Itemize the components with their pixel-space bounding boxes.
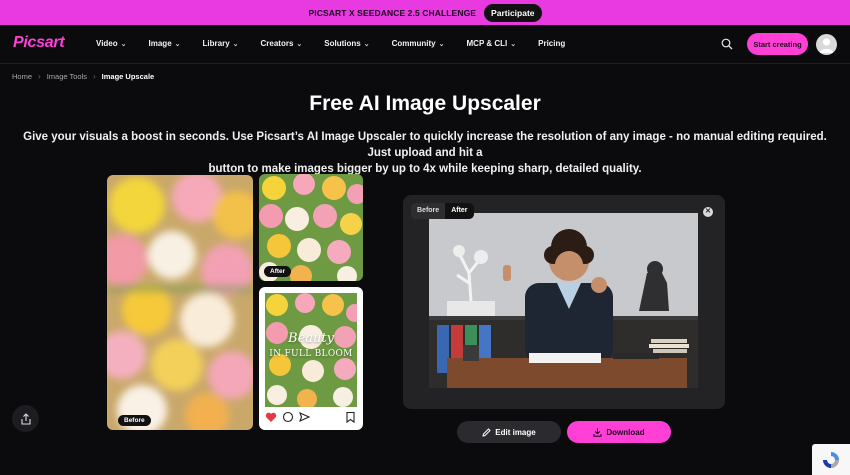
top-navbar: Picsart Video ⌄ Image ⌄ Library ⌄ Creators ⌄… [0, 25, 850, 64]
example-after-image: After [259, 174, 363, 281]
chevron-down-icon: ⌄ [174, 40, 181, 48]
tulips-image [259, 174, 363, 281]
post-title-script: Beauty [288, 331, 334, 346]
breadcrumb-current: Image Upscale [101, 72, 155, 81]
nav-item-label: Community [391, 39, 436, 48]
nav-item-label: Video [96, 39, 118, 48]
recaptcha-icon [823, 451, 839, 468]
share-button[interactable] [12, 405, 39, 432]
description-line-1: Give your visuals a boost in seconds. Us… [23, 131, 827, 159]
nav-item-label: Solutions [324, 39, 361, 48]
download-label: Download [606, 427, 645, 437]
example-social-post: Beauty IN FULL BLOOM [259, 287, 363, 430]
nav-item-video[interactable]: Video ⌄ [96, 39, 127, 48]
post-title-caps: IN FULL BLOOM [269, 349, 353, 359]
search-icon[interactable] [721, 38, 733, 50]
nav-item-mcp-cli[interactable]: MCP & CLI ⌄ [467, 39, 517, 48]
nav-item-community[interactable]: Community ⌄ [392, 39, 445, 48]
share-icon [20, 412, 31, 425]
tulips-image [107, 175, 253, 430]
main-menu: Video ⌄ Image ⌄ Library ⌄ Creators ⌄ Solutio… [96, 39, 587, 48]
nav-item-pricing[interactable]: Pricing [538, 39, 565, 48]
download-icon [593, 428, 602, 437]
participate-button[interactable]: Participate [484, 3, 542, 22]
chevron-down-icon: ⌄ [510, 40, 517, 48]
user-icon [819, 38, 834, 53]
promo-text: PICSART X SEEDANCE 2.5 CHALLENGE [308, 7, 477, 18]
recaptcha-badge[interactable] [812, 444, 850, 475]
nav-item-label: Library [202, 39, 230, 48]
chevron-right-icon: › [93, 72, 96, 81]
page-description: Give your visuals a boost in seconds. Us… [14, 129, 836, 177]
breadcrumb-image-tools[interactable]: Image Tools [47, 72, 87, 81]
before-after-viewer: Before After ✕ [403, 195, 725, 409]
post-image: Beauty IN FULL BLOOM [265, 293, 357, 407]
upscaled-photo [429, 213, 698, 388]
nav-item-solutions[interactable]: Solutions ⌄ [324, 39, 369, 48]
chevron-down-icon: ⌄ [363, 40, 370, 48]
post-actions [265, 411, 355, 424]
avatar[interactable] [816, 34, 837, 55]
chevron-down-icon: ⌄ [296, 40, 303, 48]
after-tag: After [264, 266, 292, 277]
before-after-toggle[interactable]: Before After [411, 203, 474, 219]
nav-item-library[interactable]: Library ⌄ [203, 39, 239, 48]
breadcrumb-home[interactable]: Home [12, 72, 32, 81]
nav-item-label: Image [148, 39, 172, 48]
breadcrumb: Home › Image Tools › Image Upscale [12, 72, 154, 81]
before-tag: Before [118, 415, 151, 426]
toggle-after[interactable]: After [445, 203, 474, 219]
page-title: Free AI Image Upscaler [309, 92, 541, 115]
nav-item-label: Creators [260, 39, 294, 48]
edit-image-label: Edit image [495, 427, 536, 437]
pencil-icon [482, 427, 491, 437]
picsart-logo[interactable]: Picsart [13, 34, 65, 52]
nav-item-image[interactable]: Image ⌄ [149, 39, 181, 48]
chevron-right-icon: › [38, 72, 41, 81]
chevron-down-icon: ⌄ [120, 40, 127, 48]
edit-image-button[interactable]: Edit image [457, 421, 561, 443]
nav-item-creators[interactable]: Creators ⌄ [261, 39, 303, 48]
example-before-image: Before [107, 175, 253, 430]
nav-item-label: Pricing [538, 39, 566, 48]
office-photo [429, 213, 698, 388]
nav-item-label: MCP & CLI [466, 39, 508, 48]
close-icon[interactable]: ✕ [703, 207, 713, 217]
download-button[interactable]: Download [567, 421, 671, 443]
chevron-down-icon: ⌄ [438, 40, 445, 48]
toggle-before[interactable]: Before [411, 203, 445, 219]
start-creating-button[interactable]: Start creating [747, 33, 808, 55]
promo-banner: PICSART X SEEDANCE 2.5 CHALLENGE Partici… [0, 0, 850, 25]
chevron-down-icon: ⌄ [232, 40, 239, 48]
